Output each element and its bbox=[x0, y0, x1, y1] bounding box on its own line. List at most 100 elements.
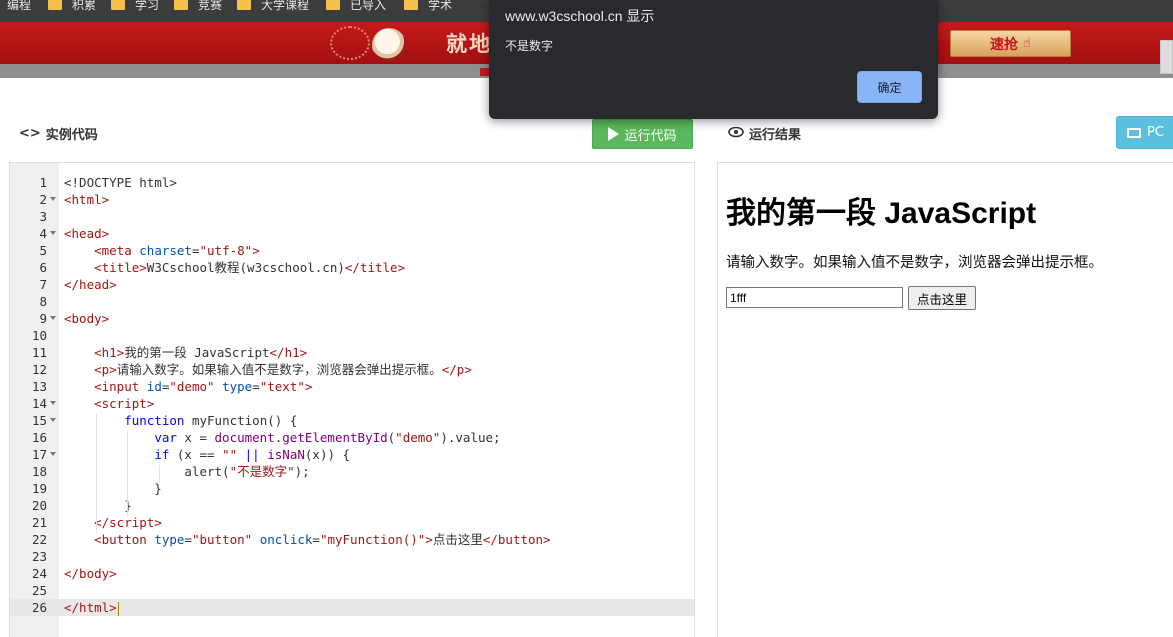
line-number: 5 bbox=[39, 243, 47, 258]
code-line[interactable]: 9 <body> bbox=[10, 310, 694, 327]
code-line[interactable]: 24 </body> bbox=[10, 565, 694, 582]
code-text: </head> bbox=[64, 277, 117, 292]
code-text: <button type="button" onclick="myFunctio… bbox=[94, 532, 551, 547]
code-text: <script> bbox=[94, 396, 155, 411]
code-line[interactable]: 13 <input id="demo" type="text"> bbox=[10, 378, 694, 395]
bookmark-item[interactable]: 竞赛 bbox=[174, 0, 222, 13]
bookmark-label: 积累 bbox=[72, 0, 97, 12]
fold-arrow-icon[interactable] bbox=[50, 418, 56, 422]
fold-arrow-icon[interactable] bbox=[50, 197, 56, 201]
fold-arrow-icon[interactable] bbox=[50, 316, 56, 320]
code-text: <title>W3Cschool教程(w3cschool.cn)</title> bbox=[94, 260, 406, 275]
code-text: var x = document.getElementById("demo").… bbox=[154, 430, 501, 445]
fold-arrow-icon[interactable] bbox=[50, 452, 56, 456]
pc-view-button[interactable]: PC bbox=[1116, 116, 1173, 149]
result-panel-title-label: 运行结果 bbox=[749, 128, 802, 143]
code-text: </body> bbox=[64, 566, 117, 581]
dialog-message: 不是数字 bbox=[505, 39, 554, 53]
line-number: 16 bbox=[31, 430, 47, 445]
code-line[interactable]: 11 <h1>我的第一段 JavaScript</h1> bbox=[10, 344, 694, 361]
code-line[interactable]: 5 <meta charset="utf-8"> bbox=[10, 242, 694, 259]
folder-icon bbox=[48, 0, 62, 10]
result-paragraph: 请输入数字。如果输入值不是数字，浏览器会弹出提示框。 bbox=[726, 255, 1103, 271]
code-line[interactable]: 4 <head> bbox=[10, 225, 694, 242]
code-panel-title-label: 实例代码 bbox=[45, 128, 98, 143]
bookmark-label: 学术 bbox=[428, 0, 453, 12]
line-number: 15 bbox=[31, 413, 47, 428]
code-line[interactable]: 22 <button type="button" onclick="myFunc… bbox=[10, 531, 694, 548]
code-line[interactable]: 25 bbox=[10, 582, 694, 599]
code-line[interactable]: 10 bbox=[10, 327, 694, 344]
pc-view-label: PC bbox=[1147, 125, 1164, 140]
code-line[interactable]: 6 <title>W3Cschool教程(w3cschool.cn)</titl… bbox=[10, 259, 694, 276]
code-line[interactable]: 20 } bbox=[10, 497, 694, 514]
page-scrollbar-thumb[interactable] bbox=[1160, 40, 1173, 74]
line-number: 24 bbox=[31, 566, 47, 581]
dialog-ok-button[interactable]: 确定 bbox=[857, 71, 922, 103]
line-number: 21 bbox=[31, 515, 47, 530]
bookmark-label: 学习 bbox=[135, 0, 160, 12]
code-line[interactable]: 12 <p>请输入数字。如果输入值不是数字，浏览器会弹出提示框。</p> bbox=[10, 361, 694, 378]
code-editor[interactable]: 1 <!DOCTYPE html> 2 <html> 3 4 <head> 5 <meta c… bbox=[9, 162, 695, 637]
code-text: </script> bbox=[94, 515, 162, 530]
folder-icon bbox=[404, 0, 418, 10]
code-text: } bbox=[64, 481, 162, 496]
bookmark-item[interactable]: 积累 bbox=[48, 0, 96, 13]
bookmark-label: 已导入 bbox=[350, 0, 387, 12]
code-line[interactable]: 1 <!DOCTYPE html> bbox=[10, 174, 694, 191]
code-line[interactable]: 18 alert("不是数字"); bbox=[10, 463, 694, 480]
bookmark-label: 大学课程 bbox=[261, 0, 310, 12]
banner-slogan: 就地 bbox=[446, 32, 492, 56]
line-number: 8 bbox=[39, 294, 47, 309]
bookmark-label: 竞赛 bbox=[198, 0, 223, 12]
code-line[interactable]: 19 } bbox=[10, 480, 694, 497]
indent-guide bbox=[96, 414, 97, 533]
code-line[interactable]: 3 bbox=[10, 208, 694, 225]
click-here-button[interactable]: 点击这里 bbox=[908, 286, 976, 310]
code-text: <!DOCTYPE html> bbox=[64, 175, 177, 190]
line-number: 6 bbox=[39, 260, 47, 275]
code-line[interactable]: 23 bbox=[10, 548, 694, 565]
indent-guide bbox=[127, 431, 128, 516]
fold-arrow-icon[interactable] bbox=[50, 401, 56, 405]
pointing-hand-icon: ☝ bbox=[1023, 36, 1031, 51]
line-number: 18 bbox=[31, 464, 47, 479]
code-line[interactable]: 2 <html> bbox=[10, 191, 694, 208]
bookmark-item[interactable]: 已导入 bbox=[326, 0, 386, 13]
line-number: 7 bbox=[39, 277, 47, 292]
dialog-title: www.w3cschool.cn 显示 bbox=[505, 8, 655, 24]
code-text: <h1>我的第一段 JavaScript</h1> bbox=[94, 345, 308, 360]
code-line[interactable]: 21 </script> bbox=[10, 514, 694, 531]
code-line[interactable]: 26 </html> bbox=[10, 599, 694, 616]
code-line[interactable]: 15 function myFunction() { bbox=[10, 412, 694, 429]
banner-cta-label: 速抢 bbox=[990, 36, 1019, 53]
fold-arrow-icon[interactable] bbox=[50, 231, 56, 235]
line-number: 17 bbox=[31, 447, 47, 462]
line-number: 23 bbox=[31, 549, 47, 564]
run-code-button[interactable]: 运行代码 bbox=[592, 119, 693, 149]
code-text: <input id="demo" type="text"> bbox=[94, 379, 313, 394]
code-text: <p>请输入数字。如果输入值不是数字，浏览器会弹出提示框。</p> bbox=[94, 362, 472, 377]
code-line[interactable]: 16 var x = document.getElementById("demo… bbox=[10, 429, 694, 446]
code-text: <meta charset="utf-8"> bbox=[94, 243, 260, 258]
demo-input[interactable] bbox=[726, 287, 903, 308]
bookmark-item[interactable]: 学术 bbox=[404, 0, 452, 13]
line-number: 22 bbox=[31, 532, 47, 547]
monitor-icon bbox=[1127, 127, 1141, 138]
bookmark-label: 编程 bbox=[7, 0, 32, 12]
line-number: 20 bbox=[31, 498, 47, 513]
code-text: function myFunction() { bbox=[124, 413, 298, 428]
bookmark-item[interactable]: 大学课程 bbox=[237, 0, 309, 13]
mascot-image bbox=[372, 28, 406, 62]
line-number: 12 bbox=[31, 362, 47, 377]
code-line[interactable]: 8 bbox=[10, 293, 694, 310]
line-number: 1 bbox=[39, 175, 47, 190]
bookmark-item[interactable]: 编程 bbox=[7, 0, 31, 13]
banner-cta-button[interactable]: 速抢 ☝ bbox=[950, 30, 1071, 57]
bookmark-item[interactable]: 学习 bbox=[111, 0, 159, 13]
code-line[interactable]: 7 </head> bbox=[10, 276, 694, 293]
code-line[interactable]: 17 if (x == "" || isNaN(x)) { bbox=[10, 446, 694, 463]
folder-icon bbox=[326, 0, 340, 10]
play-icon bbox=[608, 127, 620, 141]
code-line[interactable]: 14 <script> bbox=[10, 395, 694, 412]
